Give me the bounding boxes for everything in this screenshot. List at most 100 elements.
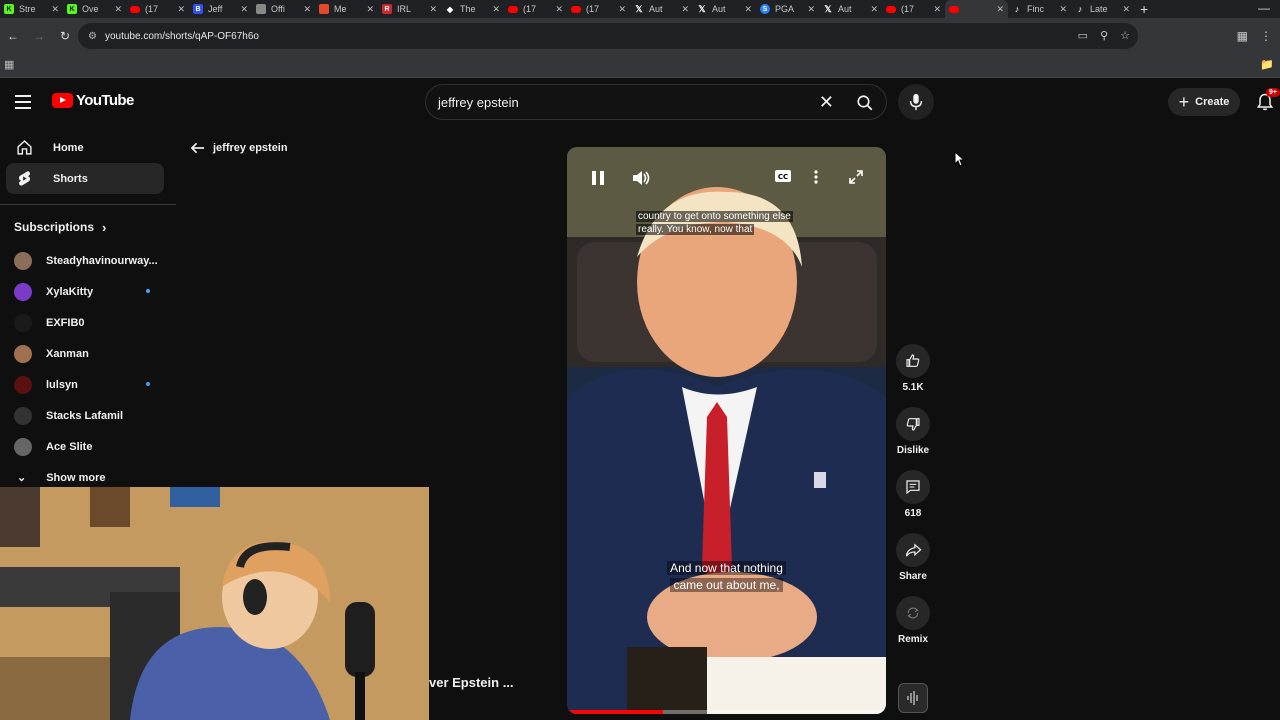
notification-badge: 9+ (1266, 88, 1280, 97)
subscription-item[interactable]: Stacks Lafamil (0, 400, 176, 431)
remix-button[interactable] (896, 596, 930, 630)
channel-avatar (14, 437, 32, 456)
blue-b-favicon-icon: B (193, 4, 203, 14)
sound-button[interactable] (898, 683, 928, 713)
tab-title: (17 (586, 4, 600, 14)
browser-tab[interactable]: 𝕏 Aut ✕ (819, 0, 882, 18)
subscription-item[interactable]: Steadyhavinourway... (0, 245, 176, 276)
browser-tab[interactable]: (17 ✕ (504, 0, 567, 18)
tab-close-icon[interactable]: ✕ (303, 4, 311, 15)
dislike-button[interactable] (896, 407, 930, 441)
subscription-item[interactable]: EXFIB0 (0, 307, 176, 338)
tab-close-icon[interactable]: ✕ (429, 4, 437, 15)
browser-tab[interactable]: (17 ✕ (882, 0, 945, 18)
like-button[interactable] (896, 344, 930, 378)
home-icon (16, 139, 33, 156)
browser-tab[interactable]: B Jeff ✕ (189, 0, 252, 18)
tab-close-icon[interactable]: ✕ (1059, 4, 1067, 15)
tab-close-icon[interactable]: ✕ (681, 4, 689, 15)
tab-close-icon[interactable]: ✕ (807, 4, 815, 15)
apps-grid-icon[interactable]: ▦ (4, 58, 14, 71)
sidebar-item-home[interactable]: Home (6, 132, 164, 163)
shorts-video-player[interactable]: CC country to get onto something else re… (567, 147, 886, 714)
back-to-search-link[interactable]: jeffrey epstein (190, 142, 288, 154)
extensions-icon[interactable]: ▦ (1237, 29, 1248, 43)
volume-icon[interactable] (631, 169, 650, 187)
tab-close-icon[interactable]: ✕ (933, 4, 941, 15)
browser-tab[interactable]: Me ✕ (315, 0, 378, 18)
create-button[interactable]: + Create (1168, 88, 1240, 116)
subscription-item[interactable]: XylaKitty (0, 276, 176, 307)
channel-avatar (14, 344, 32, 363)
cast-icon[interactable]: ▭ (1078, 29, 1088, 42)
guide-menu-icon[interactable] (15, 95, 31, 109)
tab-close-icon[interactable]: ✕ (870, 4, 878, 15)
remix-action: Remix (893, 596, 933, 645)
share-button[interactable] (896, 533, 930, 567)
tab-close-icon[interactable]: ✕ (492, 4, 500, 15)
search-input[interactable]: jeffrey epstein ✕ (425, 84, 887, 120)
youtube-favicon-icon (949, 5, 959, 13)
browser-tab[interactable]: S PGA ✕ (756, 0, 819, 18)
tab-close-icon[interactable]: ✕ (240, 4, 248, 15)
tab-title: Me (334, 4, 347, 14)
subscription-item[interactable]: Xanman (0, 338, 176, 369)
tab-close-icon[interactable]: ✕ (996, 4, 1004, 15)
minimize-window-icon[interactable]: — (1258, 1, 1270, 15)
captions-icon[interactable]: CC (774, 169, 792, 187)
back-arrow-icon[interactable]: ← (0, 29, 26, 43)
tab-close-icon[interactable]: ✕ (366, 4, 374, 15)
browser-tab[interactable]: 𝕏 Aut ✕ (693, 0, 756, 18)
tiktok-favicon-icon: ♪ (1014, 4, 1020, 14)
search-icon[interactable] (856, 94, 874, 112)
mouse-cursor-icon (954, 151, 966, 167)
bookmarks-folder-icon[interactable]: 📁 (1260, 58, 1274, 71)
browser-tab[interactable]: Offi ✕ (252, 0, 315, 18)
browser-tab[interactable]: ✕ (945, 0, 1008, 18)
tab-close-icon[interactable]: ✕ (177, 4, 185, 15)
bookmark-star-icon[interactable]: ☆ (1120, 29, 1130, 42)
tab-close-icon[interactable]: ✕ (744, 4, 752, 15)
new-tab-icon[interactable]: + (1140, 1, 1148, 17)
browser-tab[interactable]: (17 ✕ (567, 0, 630, 18)
progress-bar[interactable] (567, 710, 886, 714)
forward-arrow-icon[interactable]: → (26, 29, 52, 43)
browser-tab[interactable]: 𝕏 Aut ✕ (630, 0, 693, 18)
menu-icon[interactable]: ⋮ (1260, 29, 1272, 43)
tab-close-icon[interactable]: ✕ (555, 4, 563, 15)
sidebar-item-shorts[interactable]: Shorts (6, 163, 164, 194)
browser-tab[interactable]: K Stre ✕ (0, 0, 63, 18)
url-text[interactable]: youtube.com/shorts/qAP-OF67h6o (105, 31, 259, 42)
subscriptions-header[interactable]: Subscriptions › (0, 215, 176, 239)
browser-tab[interactable]: K Ove ✕ (63, 0, 126, 18)
more-options-icon[interactable] (813, 169, 831, 187)
browser-tab-strip: K Stre ✕ K Ove ✕ (17 ✕ B Jeff ✕ Offi ✕ Me ✕ R IRL ✕ ◆ The ✕(… (0, 0, 1280, 18)
browser-tab[interactable]: ♪ Late ✕ (1071, 0, 1134, 18)
tab-title: The (460, 4, 476, 14)
tab-close-icon[interactable]: ✕ (114, 4, 122, 15)
tab-title: Finc (1027, 4, 1045, 14)
tab-close-icon[interactable]: ✕ (618, 4, 626, 15)
site-info-icon[interactable]: ⚙ (88, 31, 97, 42)
like-count: 5.1K (902, 382, 924, 393)
tab-close-icon[interactable]: ✕ (1122, 4, 1130, 15)
browser-tab[interactable]: ♪ Finc ✕ (1008, 0, 1071, 18)
zoom-icon[interactable]: ⚲ (1100, 29, 1108, 42)
reload-icon[interactable]: ↻ (52, 29, 78, 43)
comments-button[interactable] (896, 470, 930, 504)
tab-close-icon[interactable]: ✕ (51, 4, 59, 15)
fullscreen-icon[interactable] (848, 169, 866, 187)
back-query-label: jeffrey epstein (213, 142, 288, 154)
webcam-overlay (0, 487, 429, 720)
pause-icon[interactable] (590, 169, 608, 187)
address-bar[interactable]: ⚙ youtube.com/shorts/qAP-OF67h6o ▭ ⚲ ☆ (78, 23, 1138, 49)
browser-tab[interactable]: R IRL ✕ (378, 0, 441, 18)
subscription-item[interactable]: lulsyn (0, 369, 176, 400)
clear-search-icon[interactable]: ✕ (819, 92, 834, 113)
subscription-item[interactable]: Ace Slite (0, 431, 176, 462)
voice-search-button[interactable] (898, 84, 934, 120)
search-query-text[interactable]: jeffrey epstein (438, 95, 519, 110)
youtube-logo[interactable]: YouTube (52, 92, 134, 109)
browser-tab[interactable]: (17 ✕ (126, 0, 189, 18)
browser-tab[interactable]: ◆ The ✕ (441, 0, 504, 18)
